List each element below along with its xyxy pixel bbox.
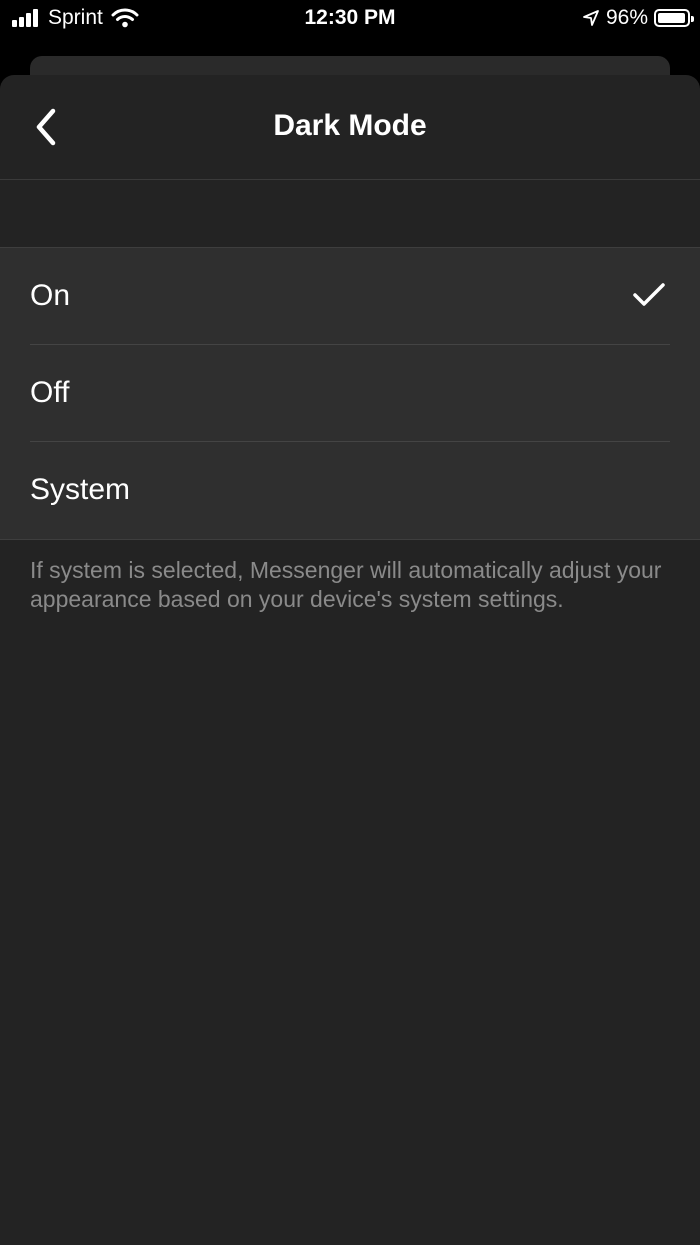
option-off[interactable]: Off bbox=[0, 345, 700, 442]
option-label: Off bbox=[30, 376, 70, 409]
footnote-text: If system is selected, Messenger will au… bbox=[30, 557, 662, 612]
option-label: On bbox=[30, 279, 71, 312]
location-arrow-icon bbox=[583, 10, 599, 26]
option-label: System bbox=[30, 473, 131, 506]
page-title: Dark Mode bbox=[273, 109, 427, 142]
battery-icon bbox=[654, 9, 694, 27]
status-right: 96% bbox=[582, 6, 694, 30]
battery-level bbox=[658, 13, 685, 23]
option-system[interactable]: System bbox=[0, 442, 700, 539]
section-spacer bbox=[0, 180, 700, 248]
status-bar: Sprint 12:30 PM 96% bbox=[0, 0, 700, 38]
settings-sheet: Dark Mode On Off System If system is sel… bbox=[0, 75, 700, 1245]
navigation-bar: Dark Mode bbox=[0, 75, 700, 180]
option-on[interactable]: On bbox=[0, 248, 700, 345]
screen: Sprint 12:30 PM 96% Dark Mode On Off Sys… bbox=[0, 0, 700, 1245]
checkmark-icon bbox=[633, 283, 665, 306]
battery-percent: 96% bbox=[605, 6, 648, 29]
dark-mode-options: On Off System bbox=[0, 248, 700, 540]
